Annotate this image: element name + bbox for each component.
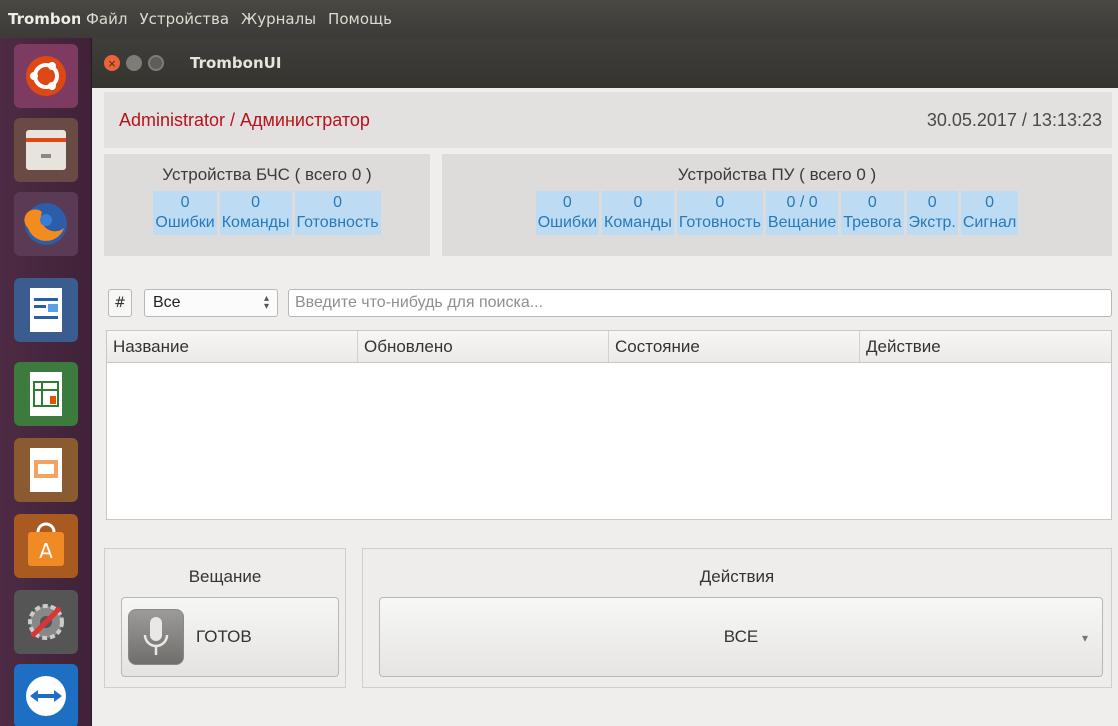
table-header: Название Обновлено Состояние Действие	[107, 331, 1111, 363]
app-title: Trombon	[8, 10, 80, 28]
search-input[interactable]	[288, 289, 1112, 317]
column-header-state[interactable]: Состояние	[609, 331, 860, 362]
menu-logs[interactable]: Журналы	[241, 10, 316, 28]
pu-stat-errors: 0 Ошибки	[535, 191, 600, 235]
column-header-updated[interactable]: Обновлено	[358, 331, 609, 362]
window-title: TrombonUI	[190, 54, 282, 72]
pu-stat-commands: 0 Команды	[602, 191, 674, 235]
impress-icon[interactable]	[14, 438, 78, 502]
updown-arrows-icon: ▴ ▾	[263, 293, 269, 312]
firefox-icon[interactable]	[14, 192, 78, 256]
system-settings-icon[interactable]	[14, 590, 78, 654]
software-center-icon[interactable]: A	[14, 514, 78, 578]
pu-stat-alarm: 0 Тревога	[841, 191, 904, 235]
writer-icon[interactable]	[14, 278, 78, 342]
close-icon[interactable]: ×	[104, 55, 120, 71]
pu-stat-broadcast: 0 / 0 Вещание	[765, 191, 839, 235]
actions-title: Действия	[699, 567, 775, 586]
chevron-down-icon: ▾	[1081, 631, 1088, 645]
datetime-label: 30.05.2017 / 13:13:23	[926, 109, 1102, 130]
pu-devices-panel: Устройства ПУ ( всего 0 ) 0 Ошибки 0 Коман…	[442, 154, 1112, 256]
maximize-icon[interactable]	[148, 55, 164, 71]
pu-stat-signal: 0 Сигнал	[960, 191, 1019, 235]
top-menubar: Trombon Файл Устройства Журналы Помощь	[0, 0, 1118, 38]
column-header-name[interactable]: Название	[107, 331, 358, 362]
filter-select-value: Все	[153, 294, 181, 311]
ready-button-label: ГОТОВ	[196, 627, 252, 646]
bhs-stat-errors: 0 Ошибки	[153, 191, 217, 235]
menu-help[interactable]: Помощь	[328, 10, 392, 28]
filter-select[interactable]: Все ▴ ▾	[144, 289, 278, 317]
user-label: Administrator / Администратор	[119, 109, 370, 130]
hash-button[interactable]: #	[108, 289, 132, 317]
pu-stat-ready: 0 Готовность	[676, 191, 763, 235]
bhs-stat-commands: 0 Команды	[219, 191, 292, 235]
menu-file[interactable]: Файл	[86, 10, 127, 28]
window-titlebar: × TrombonUI	[92, 38, 1118, 88]
search-row: # Все ▴ ▾	[108, 288, 1112, 318]
pu-panel-title: Устройства ПУ ( всего 0 )	[677, 165, 877, 184]
actions-dropdown[interactable]: ВСЕ ▾	[379, 597, 1103, 677]
user-bar: Administrator / Администратор 30.05.2017…	[104, 92, 1112, 148]
actions-panel: Действия ВСЕ ▾	[362, 548, 1112, 688]
broadcast-panel: Вещание ГОТОВ	[104, 548, 346, 688]
table-body	[107, 363, 1111, 519]
bhs-devices-panel: Устройства БЧС ( всего 0 ) 0 Ошибки 0 Кома…	[104, 154, 430, 256]
minimize-icon[interactable]	[126, 55, 142, 71]
devices-table: Название Обновлено Состояние Действие	[106, 330, 1112, 520]
microphone-icon	[128, 609, 184, 665]
bhs-stat-ready: 0 Готовность	[294, 191, 381, 235]
launcher: A	[0, 38, 92, 726]
files-icon[interactable]	[14, 118, 78, 182]
ready-button[interactable]: ГОТОВ	[121, 597, 339, 677]
pu-stat-emergency: 0 Экстр.	[906, 191, 958, 235]
menu-devices[interactable]: Устройства	[139, 10, 229, 28]
bhs-panel-title: Устройства БЧС ( всего 0 )	[162, 165, 372, 184]
teamviewer-icon[interactable]	[14, 664, 78, 726]
ubuntu-dash-icon[interactable]	[14, 44, 78, 108]
svg-text:A: A	[39, 539, 53, 563]
actions-dropdown-value: ВСЕ	[723, 627, 759, 646]
column-header-action[interactable]: Действие	[860, 331, 1111, 362]
broadcast-title: Вещание	[188, 567, 262, 586]
calc-icon[interactable]	[14, 362, 78, 426]
